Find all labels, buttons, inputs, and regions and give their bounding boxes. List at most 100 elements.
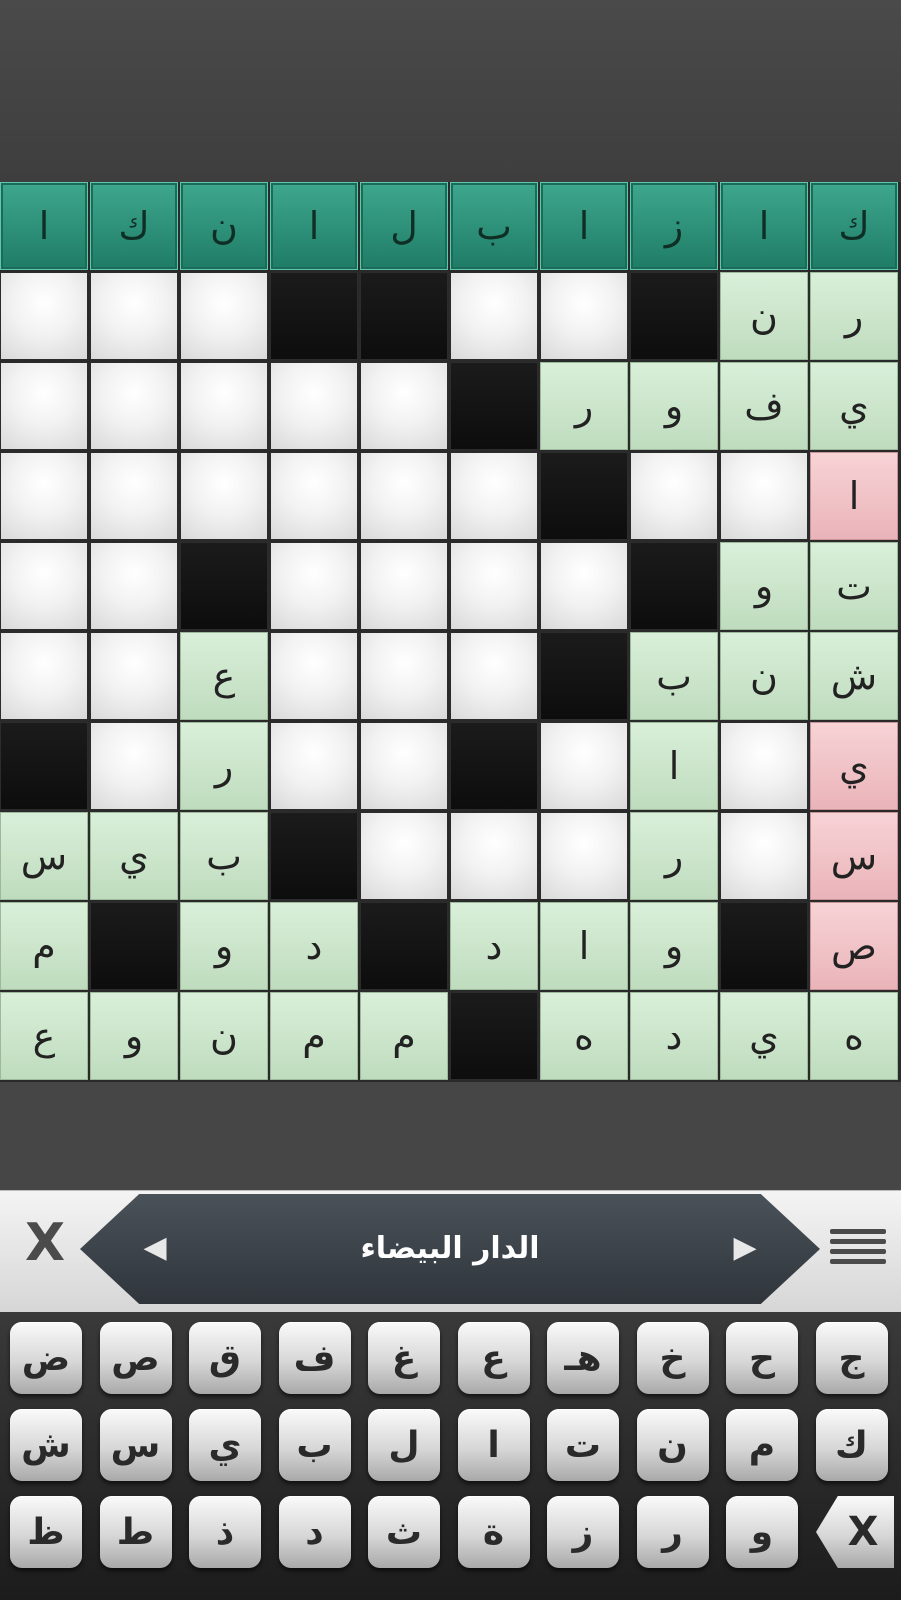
grid-cell[interactable]: د	[450, 902, 538, 990]
grid-cell[interactable]: ي	[810, 722, 898, 810]
key[interactable]: خ	[636, 1322, 709, 1394]
grid-cell[interactable]	[540, 542, 628, 630]
grid-cell[interactable]	[720, 812, 808, 900]
grid-cell[interactable]	[90, 632, 178, 720]
grid-cell[interactable]: ص	[810, 902, 898, 990]
grid-cell[interactable]: ا	[540, 902, 628, 990]
key[interactable]: ك	[815, 1409, 888, 1481]
grid-cell[interactable]: و	[720, 542, 808, 630]
grid-cell[interactable]	[270, 452, 358, 540]
grid-cell[interactable]: س	[0, 812, 88, 900]
grid-cell[interactable]: ا	[810, 452, 898, 540]
grid-cell[interactable]: م	[360, 992, 448, 1080]
grid-cell[interactable]: ن	[720, 632, 808, 720]
grid-cell[interactable]	[90, 362, 178, 450]
key[interactable]: س	[99, 1409, 172, 1481]
grid-cell[interactable]	[180, 362, 268, 450]
grid-cell[interactable]	[360, 452, 448, 540]
backspace-key[interactable]: X	[816, 1496, 894, 1568]
grid-cell[interactable]: و	[630, 902, 718, 990]
key[interactable]: د	[278, 1496, 351, 1568]
grid-cell[interactable]: ت	[810, 542, 898, 630]
key[interactable]: ط	[99, 1496, 172, 1568]
grid-cell[interactable]	[0, 272, 88, 360]
grid-cell[interactable]: ه	[810, 992, 898, 1080]
grid-cell[interactable]	[0, 452, 88, 540]
grid-cell[interactable]	[90, 452, 178, 540]
grid-cell[interactable]	[180, 452, 268, 540]
grid-cell[interactable]	[180, 272, 268, 360]
grid-cell[interactable]: و	[630, 362, 718, 450]
grid-cell[interactable]	[0, 362, 88, 450]
key[interactable]: ص	[99, 1322, 172, 1394]
key[interactable]: ع	[457, 1322, 530, 1394]
key[interactable]: هـ	[547, 1322, 619, 1394]
grid-cell[interactable]	[360, 542, 448, 630]
key[interactable]: ة	[457, 1496, 530, 1568]
grid-cell[interactable]: ب	[180, 812, 268, 900]
grid-cell[interactable]	[270, 632, 358, 720]
grid-cell[interactable]	[540, 812, 628, 900]
grid-cell[interactable]: ر	[180, 722, 268, 810]
grid-cell[interactable]	[450, 812, 538, 900]
grid-cell[interactable]	[90, 722, 178, 810]
clear-button[interactable]: X	[22, 1211, 68, 1275]
grid-cell[interactable]: م	[270, 992, 358, 1080]
key[interactable]: ث	[368, 1496, 440, 1568]
grid-cell[interactable]	[270, 722, 358, 810]
grid-cell[interactable]: و	[180, 902, 268, 990]
key[interactable]: ز	[547, 1496, 619, 1568]
key[interactable]: غ	[368, 1322, 440, 1394]
grid-cell[interactable]	[0, 542, 88, 630]
grid-cell[interactable]	[90, 542, 178, 630]
key[interactable]: ج	[815, 1322, 888, 1394]
key[interactable]: ل	[368, 1409, 440, 1481]
grid-cell[interactable]: ن	[180, 992, 268, 1080]
key[interactable]: ر	[636, 1496, 709, 1568]
grid-cell[interactable]: ر	[810, 272, 898, 360]
grid-cell[interactable]	[270, 542, 358, 630]
grid-cell[interactable]	[0, 632, 88, 720]
grid-cell[interactable]	[720, 452, 808, 540]
grid-cell[interactable]	[720, 722, 808, 810]
key[interactable]: م	[726, 1409, 798, 1481]
grid-cell[interactable]	[90, 272, 178, 360]
key[interactable]: و	[726, 1496, 798, 1568]
grid-cell[interactable]: ع	[180, 632, 268, 720]
grid-cell[interactable]: د	[270, 902, 358, 990]
grid-cell[interactable]	[270, 362, 358, 450]
grid-cell[interactable]: ا	[630, 722, 718, 810]
grid-cell[interactable]	[360, 632, 448, 720]
grid-cell[interactable]	[450, 542, 538, 630]
key[interactable]: ظ	[10, 1496, 82, 1568]
grid-cell[interactable]: ف	[720, 362, 808, 450]
grid-cell[interactable]: ع	[0, 992, 88, 1080]
grid-cell[interactable]: ن	[720, 272, 808, 360]
grid-cell[interactable]	[450, 452, 538, 540]
grid-cell[interactable]: د	[630, 992, 718, 1080]
grid-cell[interactable]: س	[810, 812, 898, 900]
key[interactable]: ب	[278, 1409, 351, 1481]
grid-cell[interactable]: ش	[810, 632, 898, 720]
key[interactable]: ا	[457, 1409, 530, 1481]
grid-cell[interactable]	[540, 722, 628, 810]
grid-cell[interactable]: ر	[540, 362, 628, 450]
grid-cell[interactable]	[630, 452, 718, 540]
menu-icon[interactable]	[830, 1221, 886, 1271]
key[interactable]: ذ	[189, 1496, 261, 1568]
key[interactable]: ق	[189, 1322, 261, 1394]
grid-cell[interactable]: ر	[630, 812, 718, 900]
key[interactable]: ح	[726, 1322, 798, 1394]
key[interactable]: ش	[10, 1409, 82, 1481]
key[interactable]: ت	[547, 1409, 619, 1481]
grid-cell[interactable]: ي	[810, 362, 898, 450]
grid-cell[interactable]: ب	[630, 632, 718, 720]
grid-cell[interactable]: ه	[540, 992, 628, 1080]
key[interactable]: ف	[278, 1322, 351, 1394]
grid-cell[interactable]	[360, 722, 448, 810]
grid-cell[interactable]	[360, 812, 448, 900]
key[interactable]: ن	[636, 1409, 709, 1481]
grid-cell[interactable]	[450, 632, 538, 720]
grid-cell[interactable]: م	[0, 902, 88, 990]
next-clue-icon[interactable]: ▶	[725, 1228, 765, 1268]
